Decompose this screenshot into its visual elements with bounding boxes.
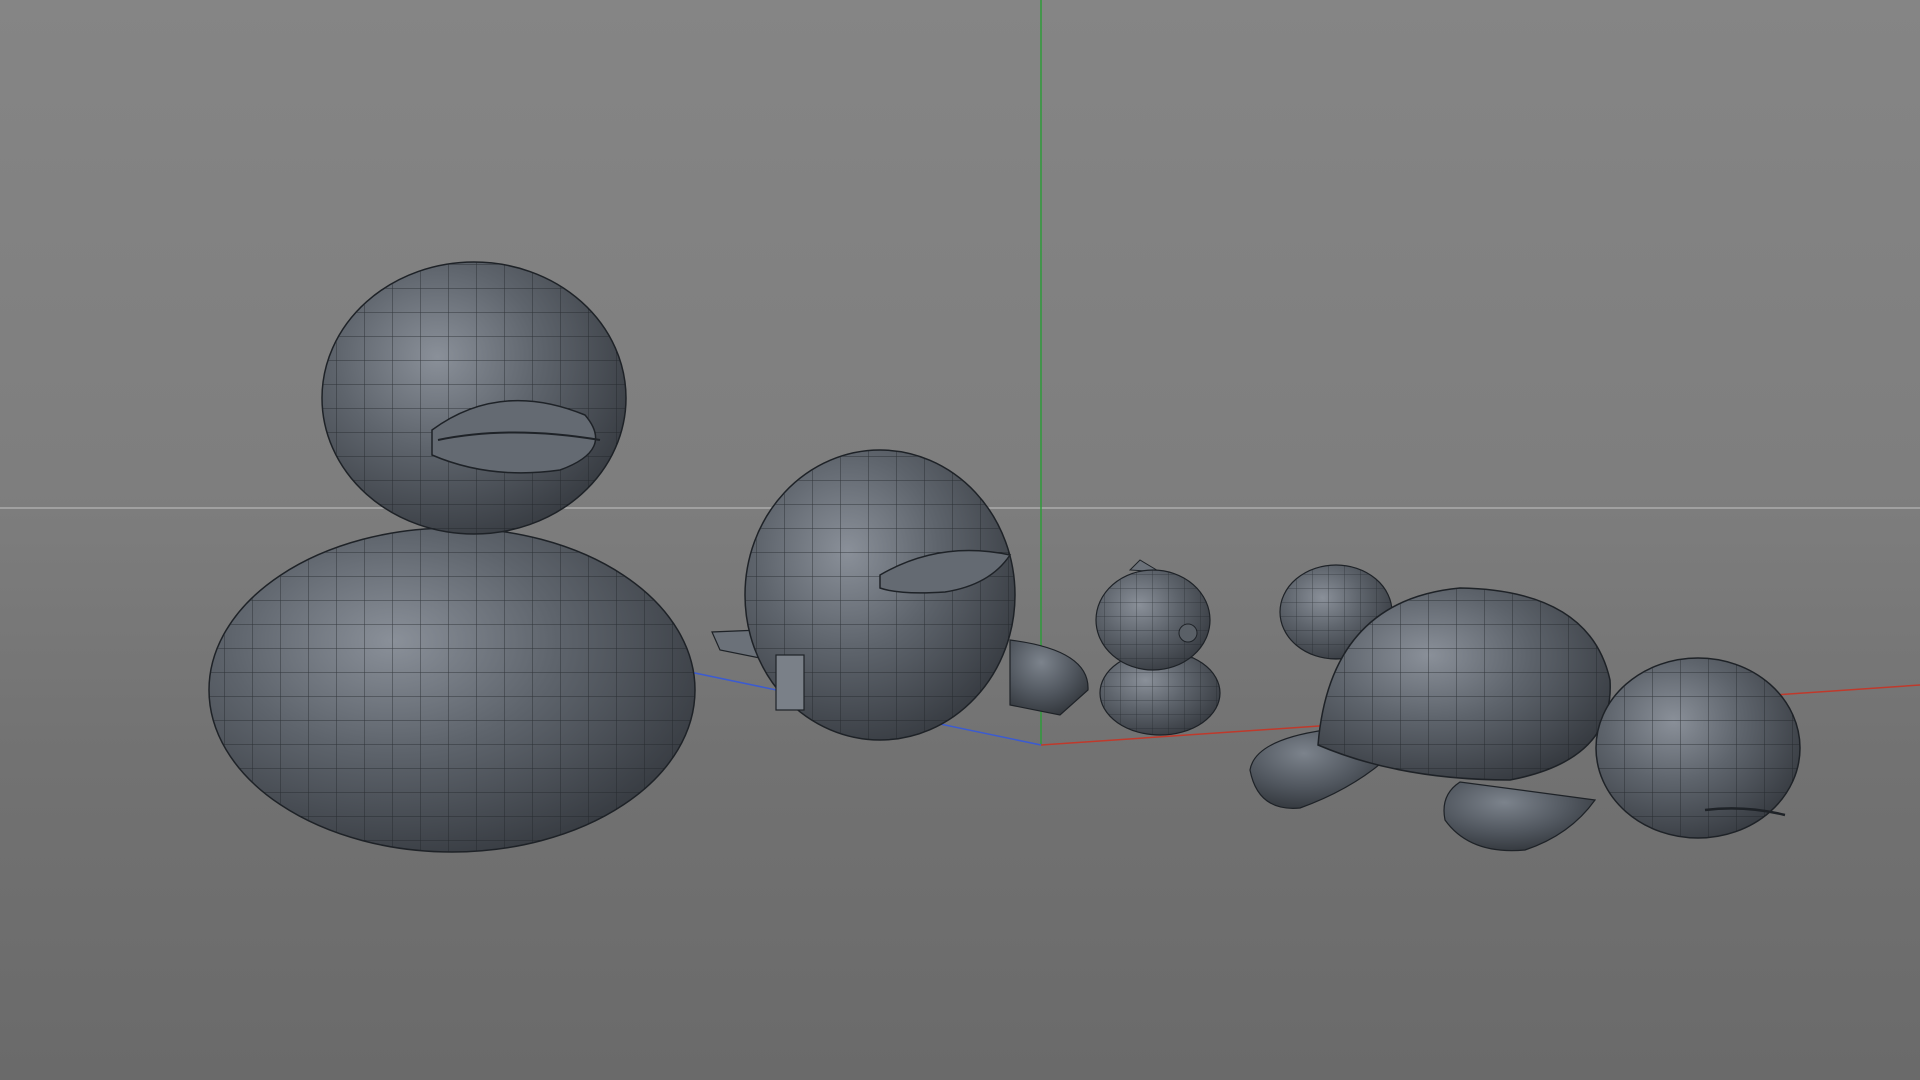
3d-viewport[interactable] bbox=[0, 0, 1920, 1080]
duck-body-wire bbox=[208, 527, 696, 853]
turtle-mesh[interactable] bbox=[1249, 564, 1801, 852]
penguin-mesh[interactable] bbox=[711, 449, 1089, 741]
penguin-right-flipper[interactable] bbox=[1009, 639, 1089, 716]
penguin-side-panel bbox=[775, 654, 805, 711]
small-figure-mesh[interactable] bbox=[1095, 559, 1221, 736]
small-figure-upper-wire bbox=[1095, 569, 1211, 671]
duck-head-wire bbox=[321, 261, 627, 535]
turtle-front-leg[interactable] bbox=[1443, 781, 1597, 852]
viewport-canvas[interactable] bbox=[0, 0, 1920, 1080]
small-figure-eye bbox=[1178, 623, 1198, 643]
duck-mesh[interactable] bbox=[208, 261, 696, 853]
